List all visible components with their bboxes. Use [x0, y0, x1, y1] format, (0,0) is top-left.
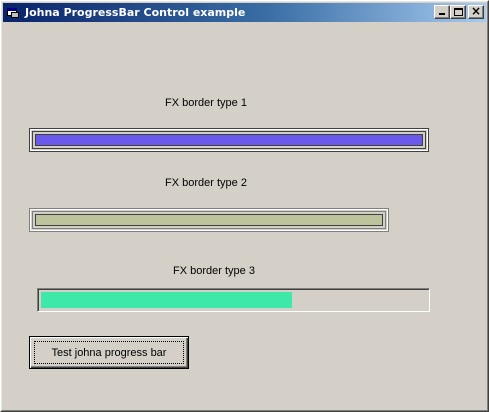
title-bar[interactable]: Johna ProgressBar Control example ×	[3, 3, 486, 22]
progress-bar-type-3-fill	[41, 292, 292, 308]
minimize-button[interactable]	[434, 5, 450, 19]
maximize-icon	[454, 8, 463, 16]
test-progress-button-label: Test johna progress bar	[51, 346, 167, 359]
progress-label-type-3: FX border type 3	[173, 265, 255, 277]
progress-bar-type-2-fill	[35, 214, 383, 226]
progress-label-type-2: FX border type 2	[165, 177, 247, 189]
close-button[interactable]: ×	[468, 4, 484, 19]
app-window-icon[interactable]	[5, 5, 21, 21]
progress-bar-type-1	[29, 128, 429, 152]
close-icon: ×	[470, 4, 482, 18]
app-icon-titlebar	[7, 7, 17, 11]
minimize-icon	[439, 13, 445, 15]
window-controls: ×	[434, 4, 484, 19]
progress-bar-type-3	[37, 288, 430, 312]
app-icon-window-front	[11, 11, 19, 18]
progress-label-type-1: FX border type 1	[165, 97, 247, 109]
app-window: Johna ProgressBar Control example × FX b…	[0, 0, 489, 412]
maximize-button[interactable]	[450, 5, 466, 19]
test-progress-button[interactable]: Test johna progress bar	[29, 336, 189, 369]
progress-bar-type-2	[29, 208, 389, 232]
progress-bar-type-1-fill	[35, 134, 423, 146]
window-title: Johna ProgressBar Control example	[25, 6, 246, 19]
